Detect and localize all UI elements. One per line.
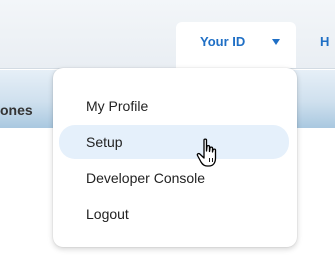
user-menu-button[interactable]: Your ID: [176, 22, 296, 68]
user-menu-label: Your ID: [200, 34, 246, 49]
user-menu-dropdown: My Profile Setup Developer Console Logou…: [53, 68, 297, 247]
menu-item-label: Setup: [86, 134, 123, 150]
caret-down-icon: [272, 39, 280, 45]
help-link[interactable]: H: [320, 34, 329, 49]
menu-item-label: Developer Console: [86, 170, 206, 186]
menu-item-my-profile[interactable]: My Profile: [59, 89, 289, 123]
menu-item-setup[interactable]: Setup: [59, 125, 289, 159]
menu-item-developer-console[interactable]: Developer Console: [59, 161, 289, 195]
menu-item-logout[interactable]: Logout: [59, 197, 289, 231]
nav-tab-partial[interactable]: ones: [0, 102, 33, 118]
hand-pointer-cursor-icon: [196, 138, 217, 167]
menu-item-label: My Profile: [86, 98, 149, 114]
menu-item-label: Logout: [86, 206, 129, 222]
